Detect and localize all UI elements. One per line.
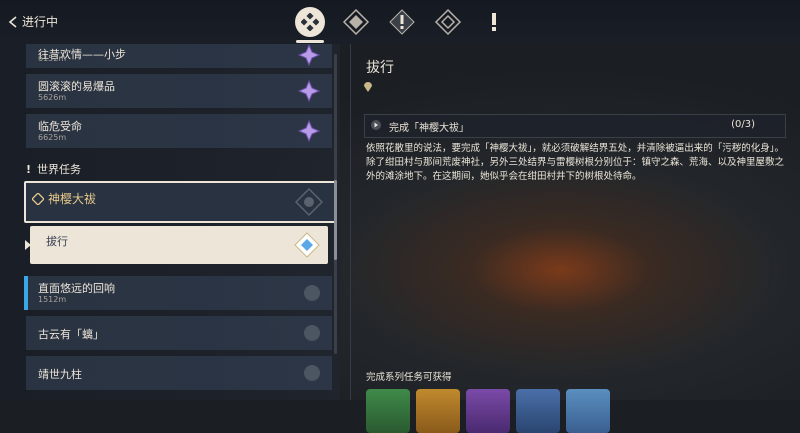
quest-emblem-icon	[294, 187, 324, 217]
archon-quest-icon	[342, 8, 370, 36]
list-item[interactable]: 直面悠远的回响 1512m	[24, 276, 332, 310]
quest-back-arrow-icon[interactable]	[8, 16, 18, 28]
map-pin-icon[interactable]	[304, 285, 320, 301]
list-item[interactable]: 古云有「螭」	[26, 316, 332, 350]
reward-item[interactable]	[416, 389, 460, 433]
page-title: 进行中	[22, 15, 59, 29]
track-quest-icon[interactable]	[294, 232, 320, 258]
scrollbar-thumb[interactable]	[334, 180, 337, 260]
divider	[350, 44, 351, 400]
reward-item[interactable]	[566, 389, 610, 433]
map-pin-icon[interactable]	[304, 325, 320, 341]
quest-detail-panel: 拔行 完成「神樱大祓」 (0/3) 依照花散里的说法，要完成「神樱大祓」，就必须…	[350, 44, 800, 433]
purple-star-icon	[298, 120, 320, 142]
selected-quest-item[interactable]: 神樱大祓	[24, 181, 336, 223]
map-pin-icon[interactable]	[304, 365, 320, 381]
quest-objective: 完成「神樱大祓」 (0/3)	[364, 114, 786, 138]
tab-commission[interactable]	[476, 4, 512, 40]
tab-archon[interactable]	[338, 4, 374, 40]
rewards-label: 完成系列任务可获得	[366, 372, 452, 383]
distance-label: 6152m	[38, 54, 67, 63]
subquest-item[interactable]: 拔行	[30, 226, 328, 264]
quest-title: 拔行	[366, 60, 394, 76]
four-diamond-icon	[295, 7, 325, 37]
purple-star-icon	[298, 44, 320, 66]
quest-description: 依照花散里的说法，要完成「神樱大祓」，就必须破解结界五处，并清除被逼出来的「污秽…	[366, 143, 785, 182]
reward-item[interactable]	[366, 389, 410, 433]
purple-star-icon	[298, 80, 320, 102]
section-header-world-quests: ! 世界任务	[26, 163, 82, 176]
location-pin-icon	[364, 82, 372, 92]
tab-world[interactable]	[430, 4, 466, 40]
exclamation-icon: !	[26, 163, 32, 176]
exclamation-icon	[389, 9, 415, 35]
quest-menu-header: 进行中	[0, 0, 800, 44]
quest-category-tabs	[292, 4, 512, 43]
tab-all[interactable]	[292, 4, 328, 43]
tab-story[interactable]	[384, 4, 420, 40]
tracked-indicator	[24, 276, 28, 310]
quest-diamond-icon	[32, 193, 44, 205]
list-item[interactable]: 临危受命 6625m	[26, 114, 332, 148]
list-item[interactable]: 靖世九柱	[26, 356, 332, 390]
reward-item[interactable]	[466, 389, 510, 433]
list-item[interactable]: 往昔欢情——小步	[26, 44, 332, 68]
exclamation-icon	[492, 13, 496, 31]
list-item[interactable]: 圆滚滚的易爆品 5626m	[26, 74, 332, 108]
reward-item[interactable]	[516, 389, 560, 433]
objective-arrow-icon	[371, 120, 381, 130]
diamond-emblem-icon	[434, 8, 462, 36]
